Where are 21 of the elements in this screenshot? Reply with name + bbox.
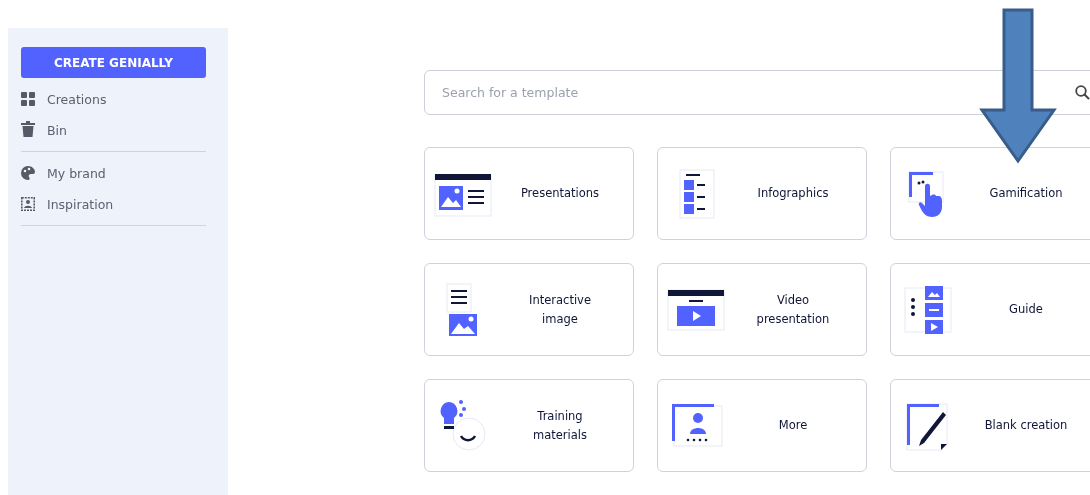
- search-field[interactable]: Search for a template: [424, 70, 1090, 115]
- template-card[interactable]: Guide: [890, 263, 1090, 356]
- create-button[interactable]: CREATE GENIALLY: [21, 47, 206, 78]
- template-card[interactable]: Blank creation: [890, 379, 1090, 472]
- template-card[interactable]: Infographics: [657, 147, 867, 240]
- search-icon: [1075, 85, 1090, 100]
- template-card[interactable]: Gamification: [890, 147, 1090, 240]
- sidebar-item[interactable]: Bin: [21, 119, 206, 141]
- picture-frame-icon: [21, 194, 35, 214]
- sidebar-item[interactable]: Inspiration: [21, 193, 206, 215]
- grid-icon: [21, 89, 35, 109]
- sidebar-item[interactable]: My brand: [21, 162, 206, 184]
- template-card[interactable]: Presentations: [424, 147, 634, 240]
- palette-icon: [21, 163, 35, 183]
- down-arrow-icon: [979, 8, 1057, 164]
- template-card[interactable]: Training materials: [424, 379, 634, 472]
- template-card[interactable]: Video presentation: [657, 263, 867, 356]
- template-card[interactable]: More: [657, 379, 867, 472]
- trash-icon: [21, 120, 35, 140]
- template-card[interactable]: Interactive image: [424, 263, 634, 356]
- sidebar-item[interactable]: Creations: [21, 88, 206, 110]
